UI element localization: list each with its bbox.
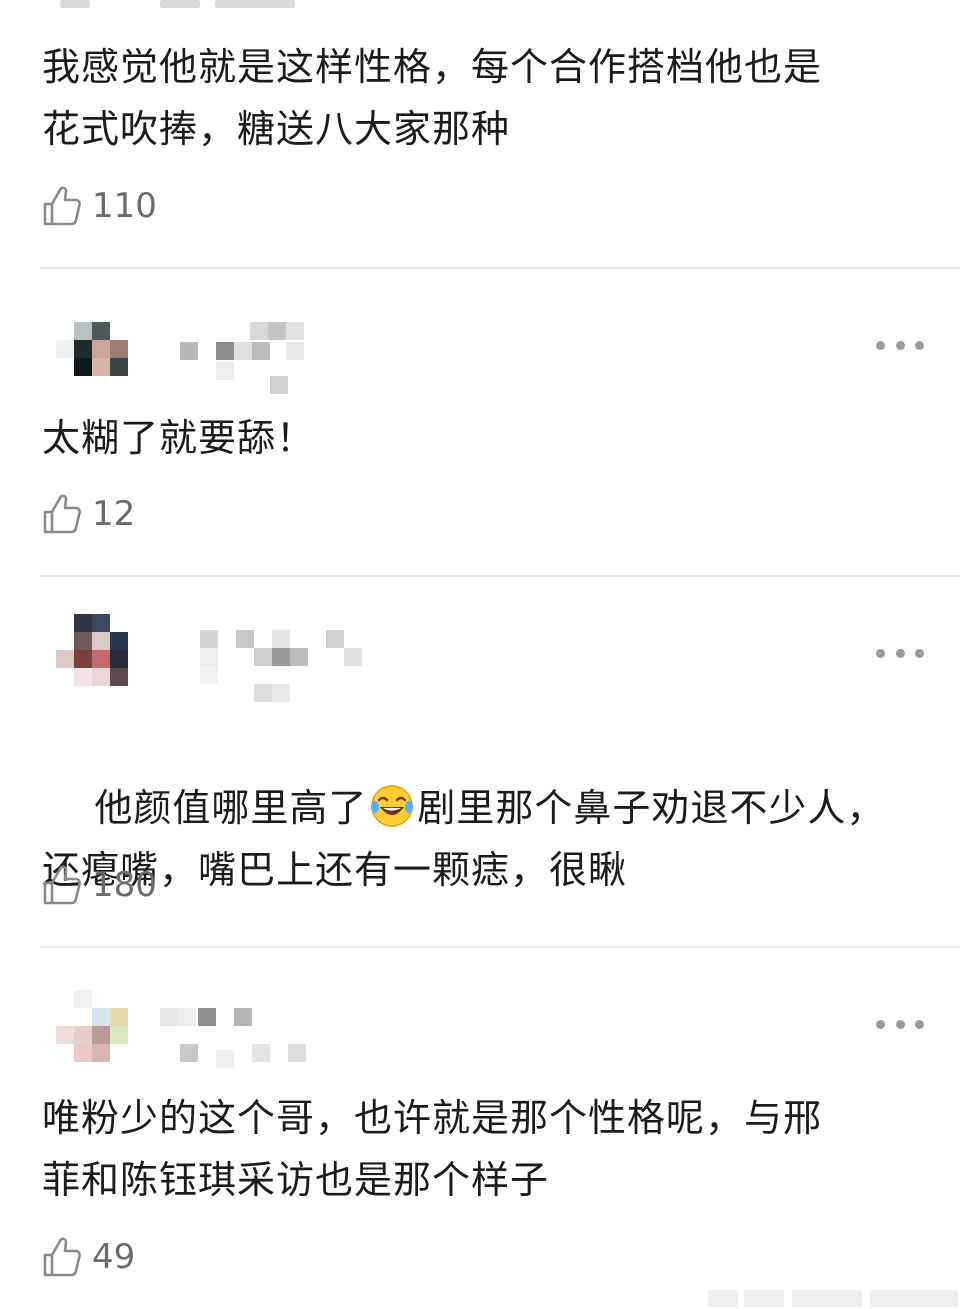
like-button[interactable]: 110 [42, 184, 157, 228]
like-count: 110 [92, 186, 157, 226]
more-options-icon[interactable] [876, 1016, 924, 1032]
watermark [708, 1288, 960, 1309]
like-count: 180 [92, 865, 157, 905]
comment-text: 我感觉他就是这样性格，每个合作搭档他也是 花式吹捧，糖送八大家那种 [42, 45, 823, 151]
comment-text: 太糊了就要舔！ [42, 416, 316, 460]
comment-text: 唯粉少的这个哥，也许就是那个性格呢，与邢 菲和陈钰琪采访也是那个样子 [42, 1096, 823, 1202]
comment-text-part: 他颜值哪里高了 [94, 786, 368, 830]
cropped-header-fragment [40, 0, 320, 12]
more-options-icon[interactable] [876, 337, 924, 353]
like-count: 12 [92, 494, 136, 534]
avatar[interactable] [40, 606, 132, 698]
avatar[interactable] [40, 978, 132, 1070]
laughing-with-tears-emoji-icon [371, 785, 414, 827]
divider [40, 946, 960, 948]
like-button[interactable]: 180 [42, 863, 157, 907]
like-button[interactable]: 12 [42, 492, 135, 536]
thumbs-up-icon [43, 186, 81, 226]
username[interactable] [160, 630, 362, 702]
more-options-icon[interactable] [876, 645, 924, 661]
comment-text: 他颜值哪里高了 剧里那个鼻子劝退不少人， 还瘪嘴，嘴巴上还有一颗痣，很瞅 [42, 715, 922, 963]
avatar[interactable] [40, 300, 132, 392]
like-count: 49 [92, 1237, 136, 1277]
divider [40, 575, 960, 577]
username[interactable] [160, 322, 320, 394]
divider [40, 267, 960, 269]
thumbs-up-icon [43, 865, 81, 905]
username[interactable] [160, 1008, 320, 1078]
thumbs-up-icon [43, 494, 81, 534]
like-button[interactable]: 49 [42, 1235, 135, 1279]
thumbs-up-icon [43, 1237, 81, 1277]
